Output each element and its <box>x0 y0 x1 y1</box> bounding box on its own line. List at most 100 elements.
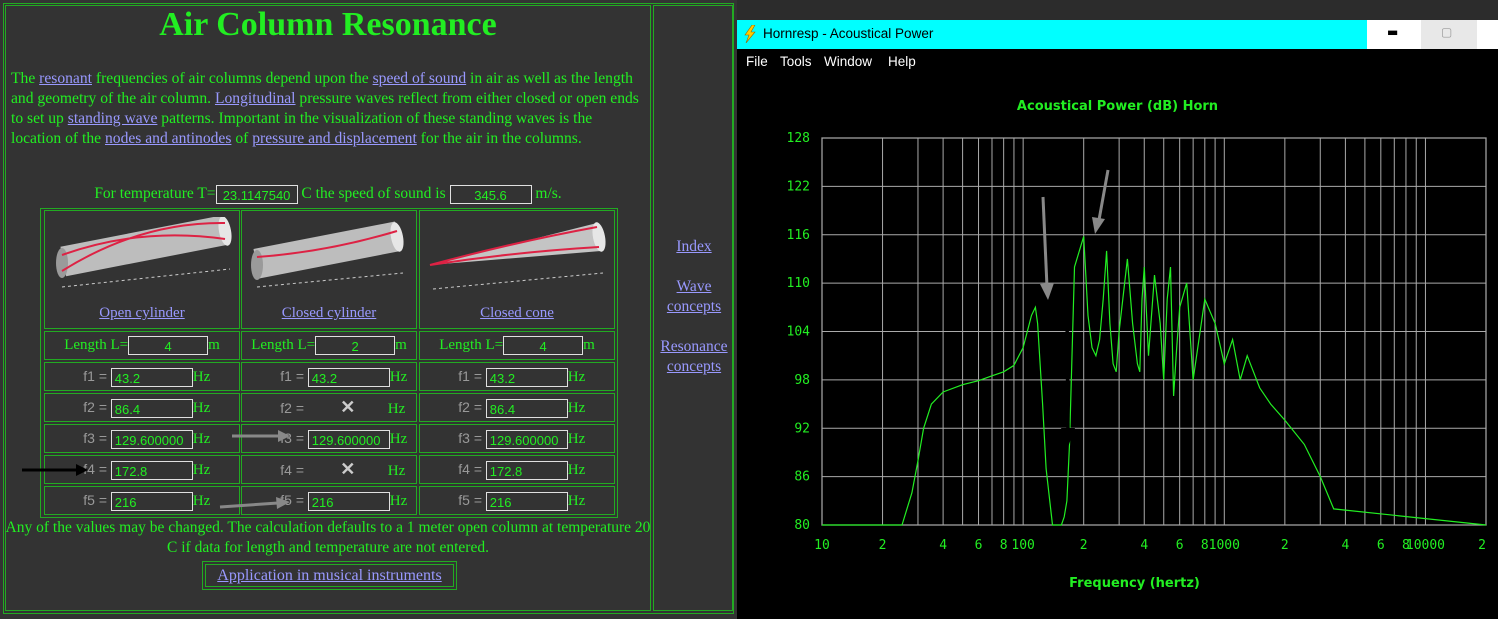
x-tick-label: 2 <box>1478 538 1486 553</box>
speed-unit: m/s. <box>535 185 562 203</box>
length-row: Length L= 4 m <box>419 331 615 360</box>
link-longitudinal[interactable]: Longitudinal <box>215 90 296 107</box>
y-tick-label: 122 <box>787 179 810 194</box>
length-row: Length L= 4 m <box>44 331 240 360</box>
minimize-icon: ▬ <box>1387 25 1399 39</box>
column-caption-link[interactable]: Closed cone <box>480 305 554 321</box>
frequency-input[interactable]: 172.8 <box>110 461 193 481</box>
x-tick-label: 100 <box>1011 538 1034 553</box>
application-musical-instruments-link[interactable]: Application in musical instruments <box>217 567 441 584</box>
column-image-cell: Open cylinder <box>44 210 240 329</box>
intro-text: frequencies of air columns depend upon t… <box>91 70 373 87</box>
menu-help[interactable]: Help <box>888 54 916 69</box>
x-tick-label: 8 <box>1000 538 1008 553</box>
frequency-label: f3 = <box>83 430 107 446</box>
length-input[interactable]: 4 <box>128 336 209 356</box>
maximize-button[interactable]: ▢ <box>1421 20 1477 49</box>
frequency-input[interactable]: 216 <box>307 492 390 512</box>
hz-unit: Hz <box>192 369 211 385</box>
frequency-input[interactable]: 86.4 <box>485 399 568 419</box>
hz-unit: Hz <box>387 401 406 417</box>
air-column-illustration <box>425 217 611 300</box>
air-column-illustration <box>247 217 413 300</box>
hz-unit: Hz <box>567 369 586 385</box>
temperature-input[interactable]: 23.1147540 <box>215 185 298 204</box>
lightning-icon <box>744 25 756 43</box>
hz-unit: Hz <box>389 431 408 447</box>
link-pressure-displacement[interactable]: pressure and displacement <box>252 130 417 147</box>
menu-window[interactable]: Window <box>824 54 872 69</box>
frequency-input[interactable]: 43.2 <box>110 368 193 388</box>
hz-unit: Hz <box>192 462 211 478</box>
link-nodes-antinodes[interactable]: nodes and antinodes <box>105 130 231 147</box>
frequency-row: f5 = 216 Hz <box>44 486 240 515</box>
frequency-input[interactable]: 216 <box>110 492 193 512</box>
frequency-row: f1 = 43.2 Hz <box>44 362 240 391</box>
intro-paragraph: The resonant frequencies of air columns … <box>11 69 646 149</box>
x-tick-label: 10 <box>814 538 830 553</box>
frequency-input[interactable]: 129.600000 <box>307 430 390 450</box>
y-tick-label: 110 <box>787 276 810 291</box>
y-tick-label: 86 <box>794 470 810 485</box>
x-tick-label: 2 <box>879 538 887 553</box>
close-button-partial[interactable] <box>1477 20 1498 49</box>
frequency-input[interactable]: 43.2 <box>307 368 390 388</box>
link-speed-of-sound[interactable]: speed of sound <box>373 70 467 87</box>
frequency-label: f2 = <box>280 400 304 416</box>
x-tick-label: 2 <box>1080 538 1088 553</box>
wave-concepts-link[interactable]: Wave concepts <box>667 278 721 315</box>
x-tick-label: 4 <box>939 538 947 553</box>
air-column-table: Open cylinder Length L= 4 m f1 = 43.2 Hz f2 = … <box>40 208 618 518</box>
acoustical-power-chart: 1281221161101049892868010 2 4 6 8 100 2 4 6 8 1000… <box>787 131 1487 553</box>
frequency-input[interactable]: 129.600000 <box>110 430 193 450</box>
length-input[interactable]: 2 <box>315 336 396 356</box>
length-label: Length L= <box>64 337 129 353</box>
temperature-label: For temperature T= <box>94 185 216 203</box>
x-mark-icon: ✕ <box>340 459 356 479</box>
frequency-label: f1 = <box>83 368 107 384</box>
x-tick-label: 4 <box>1341 538 1349 553</box>
x-tick-label: 1000 <box>1209 538 1240 553</box>
frequency-label: f1 = <box>280 368 304 384</box>
column-caption-link[interactable]: Closed cylinder <box>282 305 377 321</box>
frequency-row: f4 = ✕ Hz <box>241 455 417 484</box>
frequency-row: f2 = 86.4 Hz <box>419 393 615 422</box>
length-unit: m <box>208 337 220 353</box>
page-title: Air Column Resonance <box>159 6 497 43</box>
speed-of-sound-input[interactable]: 345.6 <box>449 185 532 204</box>
black-arrow-icon <box>22 464 88 476</box>
menu-tools[interactable]: Tools <box>780 54 812 69</box>
frequency-input[interactable]: 216 <box>485 492 568 512</box>
index-link[interactable]: Index <box>676 238 711 255</box>
length-input[interactable]: 4 <box>503 336 584 356</box>
temperature-row: For temperature T= 23.1147540 C the speed… <box>0 185 656 204</box>
y-tick-label: 104 <box>787 325 811 340</box>
application-link-box: Application in musical instruments <box>202 561 457 590</box>
length-label: Length L= <box>439 337 504 353</box>
frequency-input[interactable]: 43.2 <box>485 368 568 388</box>
frequency-label: f5 = <box>83 492 107 508</box>
minimize-button[interactable]: ▬ <box>1367 20 1421 49</box>
gray-arrow-icon <box>1040 196 1054 300</box>
y-tick-label: 128 <box>787 131 810 146</box>
frequency-row: f1 = 43.2 Hz <box>241 362 417 391</box>
column-caption-link[interactable]: Open cylinder <box>99 305 184 321</box>
resonance-concepts-link[interactable]: Resonance concepts <box>660 338 727 375</box>
gray-arrow-icon <box>1092 169 1110 234</box>
menu-file[interactable]: File <box>746 54 768 69</box>
x-tick-label: 6 <box>1176 538 1184 553</box>
hz-unit: Hz <box>567 431 586 447</box>
hz-unit: Hz <box>387 463 406 479</box>
hz-unit: Hz <box>192 400 211 416</box>
link-standing-wave[interactable]: standing wave <box>68 110 158 127</box>
hz-unit: Hz <box>192 431 211 447</box>
hz-unit: Hz <box>567 493 586 509</box>
air-column-illustration <box>50 215 236 300</box>
window-titlebar[interactable]: Hornresp - Acoustical Power ▬ ▢ <box>737 20 1498 49</box>
footer-note: Any of the values may be changed. The ca… <box>5 519 651 556</box>
length-label: Length L= <box>251 337 316 353</box>
frequency-input[interactable]: 129.600000 <box>485 430 568 450</box>
link-resonant[interactable]: resonant <box>39 70 92 87</box>
frequency-input[interactable]: 172.8 <box>485 461 568 481</box>
frequency-input[interactable]: 86.4 <box>110 399 193 419</box>
